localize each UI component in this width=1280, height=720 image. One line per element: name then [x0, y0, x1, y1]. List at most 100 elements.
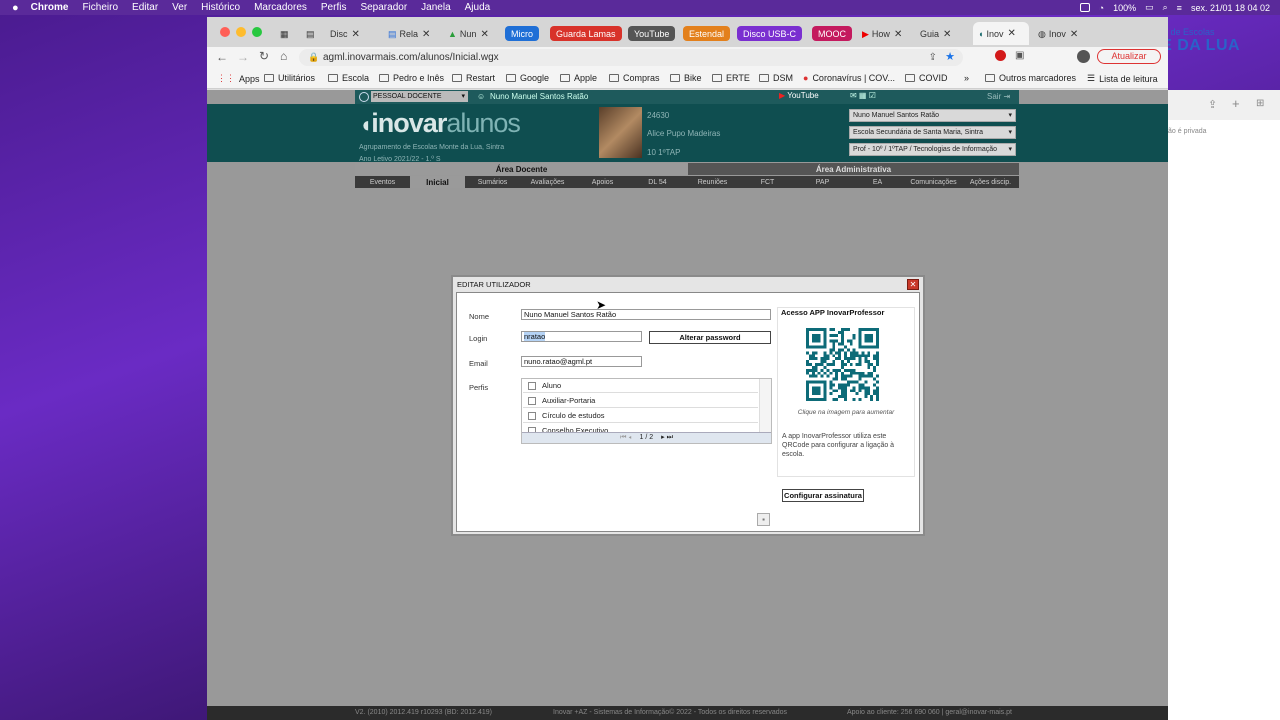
bookmark-dsm[interactable]: DSM — [759, 73, 793, 83]
list-item[interactable]: Aluno — [523, 379, 758, 393]
subtab-inicial[interactable]: Inicial — [410, 176, 465, 188]
forward-icon[interactable]: → — [237, 50, 249, 64]
bookmark-utilitarios[interactable]: Utilitários — [264, 73, 315, 83]
close-window-button[interactable] — [220, 27, 230, 37]
perfis-scrollbar[interactable] — [759, 379, 771, 432]
bookmark-pedro-ines[interactable]: Pedro e Inês — [379, 73, 444, 83]
close-icon[interactable]: ✕ — [1007, 28, 1015, 39]
back-icon[interactable]: ← — [216, 50, 228, 64]
configure-signature-button[interactable]: Configurar assinatura — [782, 489, 864, 502]
menu-separador[interactable]: Separador — [360, 2, 407, 13]
bookmark-outros[interactable]: Outros marcadores — [985, 73, 1076, 83]
extension-icon[interactable]: ▣ — [1015, 50, 1024, 61]
next-page-icon[interactable]: ▸ — [661, 434, 665, 441]
list-item[interactable]: Auxiliar-Portaria — [523, 394, 758, 408]
prev-page-icon[interactable]: ◂ — [628, 434, 631, 441]
checkbox[interactable] — [528, 411, 536, 420]
home-icon[interactable]: ⌂ — [280, 49, 287, 63]
control-center-icon[interactable]: ≡ — [1177, 3, 1182, 13]
close-icon[interactable]: ✕ — [1070, 29, 1078, 40]
pinned-disco-usb-c[interactable]: Disco USB-C — [737, 26, 803, 41]
tool-icons[interactable]: ✉ ▦ ☑ — [850, 91, 876, 100]
youtube-link[interactable]: ▶ YouTube — [779, 91, 819, 100]
user-select[interactable]: Nuno Manuel Santos Ratão ▾ — [849, 109, 1016, 122]
first-page-icon[interactable]: ⏮ — [620, 434, 626, 441]
wifi-icon[interactable]: ◔ — [1099, 3, 1104, 13]
save-icon[interactable]: ▪ — [757, 513, 770, 526]
subtab-comunicacoes[interactable]: Comunicações — [905, 176, 962, 188]
bookmark-bike[interactable]: Bike — [670, 73, 702, 83]
menu-ajuda[interactable]: Ajuda — [465, 2, 491, 13]
bookmark-restart[interactable]: Restart — [452, 73, 495, 83]
list-item[interactable]: Círculo de estudos — [523, 409, 758, 423]
reload-icon[interactable]: ↻ — [259, 49, 269, 63]
tab-rela[interactable]: ▤ Rela ✕ — [383, 24, 435, 44]
power-icon[interactable] — [359, 92, 369, 102]
pinned-youtube[interactable]: YouTube — [628, 26, 676, 41]
profile-select[interactable]: PESSOAL DOCENTE ▾ — [371, 91, 468, 102]
tab-area-administrativa[interactable]: Área Administrativa — [688, 163, 1019, 175]
minimize-window-button[interactable] — [236, 27, 246, 37]
tab-disc[interactable]: Disc ✕ — [325, 24, 373, 44]
pinned-micro[interactable]: Micro — [505, 26, 539, 41]
checkbox[interactable] — [528, 381, 536, 390]
subtab-dl54[interactable]: DL 54 — [630, 176, 685, 188]
bookmark-apps[interactable]: ⋮⋮ Apps — [217, 73, 260, 84]
lock-icon[interactable]: 🔒 — [308, 49, 319, 66]
share-icon[interactable]: ⇪ — [1208, 98, 1217, 111]
menu-marcadores[interactable]: Marcadores — [254, 2, 307, 13]
tab-favicon-1[interactable]: ▦ — [275, 24, 291, 44]
tab-how[interactable]: ▶ How ✕ — [857, 24, 909, 44]
inovar-logo[interactable]: ◖inovaralunos — [359, 108, 521, 139]
last-page-icon[interactable]: ⏭ — [667, 434, 673, 441]
search-icon[interactable]: ⌕ — [1163, 2, 1168, 13]
menu-ver[interactable]: Ver — [172, 2, 187, 13]
close-icon[interactable]: ✕ — [480, 29, 488, 40]
update-button[interactable]: Atualizar — [1097, 49, 1161, 64]
tab-inov-active[interactable]: ◖ Inov ✕ — [973, 22, 1029, 45]
menu-perfis[interactable]: Perfis — [321, 2, 347, 13]
bookmark-coronavirus[interactable]: ● Coronavírus | COV... — [803, 73, 895, 83]
menu-janela[interactable]: Janela — [421, 2, 450, 13]
address-bar[interactable]: 🔒 agml.inovarmais.com/alunos/Inicial.wgx… — [299, 49, 963, 66]
subtab-acoes-disciplinares[interactable]: Ações discip. — [962, 176, 1019, 188]
subtab-fct[interactable]: FCT — [740, 176, 795, 188]
qr-code[interactable] — [806, 328, 879, 401]
share-icon[interactable]: ⇪ — [929, 49, 937, 66]
bookmark-lista-leitura[interactable]: ☰ Lista de leitura — [1087, 73, 1158, 84]
change-password-button[interactable]: Alterar password — [649, 331, 771, 344]
class-select[interactable]: Prof - 10º / 1ºTAP / Tecnologias de Info… — [849, 143, 1016, 156]
tab-nun[interactable]: ▲ Nun ✕ — [443, 24, 493, 44]
tab-favicon-2[interactable]: ▤ — [301, 24, 317, 44]
new-tab-icon[interactable]: + — [1232, 96, 1240, 111]
apple-icon[interactable]: ● — [12, 2, 19, 14]
menu-app-name[interactable]: Chrome — [31, 2, 69, 13]
subtab-avaliacoes[interactable]: Avaliações — [520, 176, 575, 188]
pinned-estendal[interactable]: Estendal — [683, 26, 731, 41]
tab-guia[interactable]: Guia ✕ — [915, 24, 967, 44]
subtab-pap[interactable]: PAP — [795, 176, 850, 188]
subtab-sumarios[interactable]: Sumários — [465, 176, 520, 188]
battery-icon[interactable]: ▭ — [1145, 2, 1154, 13]
avatar[interactable] — [1077, 50, 1090, 63]
subtab-eventos[interactable]: Eventos — [355, 176, 410, 188]
tab-inov-2[interactable]: ◍ Inov ✕ — [1033, 24, 1083, 44]
record-icon[interactable] — [1079, 3, 1090, 12]
close-icon[interactable]: ✕ — [943, 29, 951, 40]
subtab-ea[interactable]: EA — [850, 176, 905, 188]
checkbox[interactable] — [528, 396, 536, 405]
menu-ficheiro[interactable]: Ficheiro — [82, 2, 118, 13]
student-photo[interactable] — [599, 107, 642, 158]
logout-link[interactable]: Sair ⇥ — [987, 92, 1010, 101]
opera-extension-icon[interactable] — [995, 50, 1006, 61]
tab-area-docente[interactable]: Área Docente — [355, 163, 688, 175]
login-input[interactable]: nratao — [521, 331, 642, 342]
pinned-guarda-lamas[interactable]: Guarda Lamas — [550, 26, 622, 41]
dialog-close-button[interactable]: ✕ — [907, 279, 919, 290]
school-select[interactable]: Escola Secundária de Santa Maria, Sintra… — [849, 126, 1016, 139]
bookmark-star-icon[interactable]: ★ — [945, 49, 955, 66]
bookmark-google[interactable]: Google — [506, 73, 549, 83]
email-input[interactable]: nuno.ratao@agml.pt — [521, 356, 642, 367]
subtab-apoios[interactable]: Apoios — [575, 176, 630, 188]
bookmark-erte[interactable]: ERTE — [712, 73, 750, 83]
